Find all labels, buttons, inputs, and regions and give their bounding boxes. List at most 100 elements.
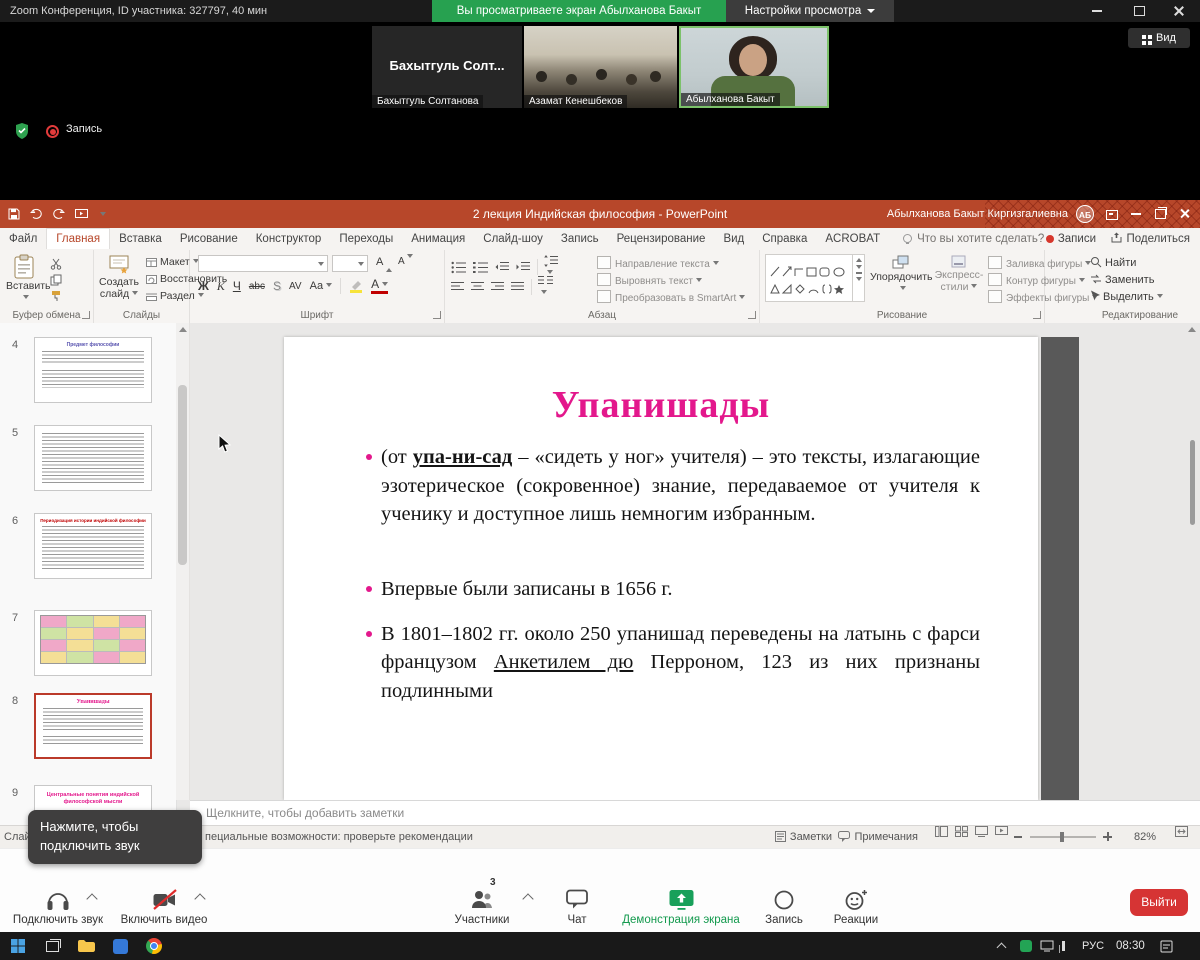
tab-insert[interactable]: Вставка: [110, 229, 171, 250]
start-slideshow-icon[interactable]: [75, 209, 88, 220]
ppt-close-button[interactable]: [1172, 200, 1196, 228]
comments-toggle[interactable]: Примечания: [838, 826, 918, 848]
slide-thumbnail-8-selected[interactable]: Упанишады: [34, 693, 152, 759]
strikethrough-button[interactable]: abc: [249, 281, 265, 292]
copy-button[interactable]: [50, 274, 62, 286]
ppt-restore-button[interactable]: [1148, 200, 1172, 228]
slide-canvas[interactable]: Упанишады (от упа-ни-сад – «сидеть у ног…: [284, 337, 1038, 800]
tab-draw[interactable]: Рисование: [171, 229, 247, 250]
shapes-gallery[interactable]: [765, 254, 865, 302]
minimize-button[interactable]: [1082, 0, 1112, 22]
join-audio-button[interactable]: Подключить звук: [6, 883, 110, 926]
video-tile-1[interactable]: Бахытгуль Солт... Бахытгуль Солтанова: [372, 26, 522, 108]
tab-home[interactable]: Главная: [46, 228, 110, 249]
action-center-icon[interactable]: [1160, 940, 1173, 953]
fit-slide-button[interactable]: [1175, 826, 1188, 837]
text-direction-button[interactable]: Направление текста: [597, 256, 719, 270]
tab-transitions[interactable]: Переходы: [330, 229, 402, 250]
tab-slideshow[interactable]: Слайд-шоу: [474, 229, 552, 250]
avatar[interactable]: АБ: [1076, 205, 1094, 223]
columns-button[interactable]: [538, 275, 553, 299]
slide-scrollbar[interactable]: [1186, 323, 1198, 800]
font-color-button[interactable]: А: [371, 278, 388, 294]
font-name-combobox[interactable]: [198, 255, 328, 272]
slide-thumbnail-5[interactable]: [34, 425, 152, 491]
qat-customize-icon[interactable]: [97, 205, 106, 223]
ribbon-display-button[interactable]: [1100, 200, 1124, 228]
arrange-button[interactable]: Упорядочить: [870, 255, 932, 295]
replace-button[interactable]: Заменить: [1090, 273, 1154, 286]
tab-record[interactable]: Запись: [552, 229, 608, 250]
cut-button[interactable]: [50, 258, 62, 270]
view-layout-button[interactable]: Вид: [1128, 28, 1190, 48]
tell-me-box[interactable]: Что вы хотите сделать?: [889, 229, 1044, 250]
tab-design[interactable]: Конструктор: [247, 229, 331, 250]
find-button[interactable]: Найти: [1090, 256, 1136, 269]
notes-toggle[interactable]: Заметки: [775, 826, 832, 848]
slide-thumbnail-4[interactable]: Предмет философии: [34, 337, 152, 403]
thumbnail-scrollbar-thumb[interactable]: [178, 385, 187, 565]
records-button[interactable]: Записи: [1046, 228, 1096, 250]
tray-monitor-icon[interactable]: [1040, 940, 1054, 952]
file-explorer-button[interactable]: [72, 932, 100, 960]
highlight-button[interactable]: [349, 279, 363, 293]
tab-animations[interactable]: Анимация: [402, 229, 474, 250]
thumbnail-scrollbar[interactable]: [176, 323, 190, 800]
format-painter-button[interactable]: [50, 290, 62, 302]
slide-thumbnail-6[interactable]: Периодизация истории индийской философии: [34, 513, 152, 579]
align-text-button[interactable]: Выровнять текст: [597, 273, 702, 287]
shapes-gallery-scroll[interactable]: [852, 255, 864, 301]
language-indicator[interactable]: РУС: [1082, 932, 1104, 960]
slide-scrollbar-thumb[interactable]: [1190, 440, 1195, 525]
tab-acrobat[interactable]: ACROBAT: [816, 229, 889, 250]
increase-indent-button[interactable]: [516, 261, 531, 273]
underline-button[interactable]: Ч: [233, 279, 241, 293]
chat-button[interactable]: Чат: [546, 883, 608, 926]
tab-file[interactable]: Файл: [0, 229, 46, 250]
start-video-button[interactable]: Включить видео: [116, 883, 212, 926]
change-case-button[interactable]: Аа: [310, 280, 333, 292]
paste-button[interactable]: Вставить: [6, 254, 42, 304]
drawing-dialog-launcher[interactable]: [1033, 311, 1041, 319]
zoom-percent[interactable]: 82%: [1134, 826, 1156, 848]
font-size-combobox[interactable]: [332, 255, 368, 272]
character-spacing-button[interactable]: AV: [289, 281, 302, 292]
tray-network-icon[interactable]: [1062, 941, 1065, 951]
justify-button[interactable]: [511, 281, 525, 293]
close-button[interactable]: [1164, 0, 1194, 22]
redo-icon[interactable]: [52, 208, 66, 220]
shape-outline-button[interactable]: Контур фигуры: [988, 273, 1085, 287]
accessibility-status[interactable]: пециальные возможности: проверьте рекоме…: [205, 826, 473, 848]
start-button[interactable]: [4, 932, 32, 960]
slideshow-view-button[interactable]: [995, 826, 1008, 837]
font-dialog-launcher[interactable]: [433, 311, 441, 319]
chrome-button[interactable]: [140, 932, 168, 960]
share-screen-button[interactable]: Демонстрация экрана: [612, 883, 750, 926]
reactions-button[interactable]: Реакции: [820, 883, 892, 926]
video-tile-2[interactable]: Азамат Кенешбеков: [524, 26, 677, 108]
ppt-minimize-button[interactable]: [1124, 200, 1148, 228]
maximize-button[interactable]: [1124, 0, 1154, 22]
tray-expand-icon[interactable]: [997, 943, 1007, 953]
zoom-out-button[interactable]: [1014, 836, 1022, 838]
save-icon[interactable]: [8, 208, 20, 220]
shape-fill-button[interactable]: Заливка фигуры: [988, 256, 1091, 270]
video-tile-3[interactable]: Абылханова Бакыт: [679, 26, 829, 108]
align-right-button[interactable]: [491, 281, 505, 293]
increase-font-button[interactable]: А: [376, 256, 383, 268]
record-button[interactable]: Запись: [754, 883, 814, 926]
app-button[interactable]: [106, 932, 134, 960]
task-view-button[interactable]: [38, 932, 66, 960]
notes-pane[interactable]: Щелкните, чтобы добавить заметки: [190, 800, 1200, 825]
view-settings-dropdown[interactable]: Настройки просмотра: [726, 0, 894, 22]
zoom-slider[interactable]: [1030, 836, 1096, 838]
share-button[interactable]: Поделиться: [1111, 228, 1190, 250]
select-button[interactable]: Выделить: [1090, 290, 1163, 303]
normal-view-button[interactable]: [935, 826, 948, 837]
numbering-button[interactable]: [473, 261, 489, 274]
new-slide-button[interactable]: Создать слайд: [96, 254, 142, 300]
smartart-button[interactable]: Преобразовать в SmartArt: [597, 290, 745, 304]
align-left-button[interactable]: [451, 281, 465, 293]
align-center-button[interactable]: [471, 281, 485, 293]
zoom-in-button[interactable]: [1103, 832, 1112, 841]
